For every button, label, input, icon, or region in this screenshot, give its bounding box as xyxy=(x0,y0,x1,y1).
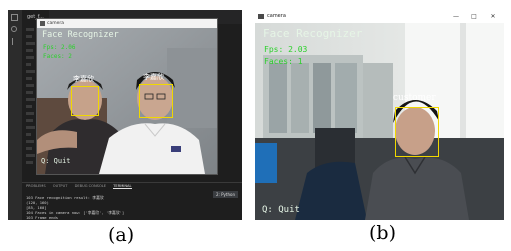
python-terminal-select[interactable]: 2: Python xyxy=(212,191,238,198)
tab-debug-console[interactable]: DEBUG CONSOLE xyxy=(75,184,106,188)
window-title: camera xyxy=(267,13,286,19)
camera-app-icon xyxy=(258,14,264,19)
minimize-button[interactable]: — xyxy=(448,10,464,23)
window-title-bar[interactable]: camera — □ ✕ xyxy=(255,10,504,24)
tab-output[interactable]: OUTPUT xyxy=(53,184,68,188)
terminal-output: 103 Face recognition result: 李嘉欣 (120, 16… xyxy=(26,195,124,220)
maximize-button[interactable]: □ xyxy=(466,10,482,23)
overlay-faces-count: Faces: 2 xyxy=(43,53,72,60)
search-icon[interactable] xyxy=(11,26,17,32)
camera-app-icon xyxy=(40,21,45,26)
quit-hint: Q: Quit xyxy=(41,157,71,165)
face-box xyxy=(139,84,173,118)
source-control-icon[interactable] xyxy=(12,38,18,45)
terminal-panel: PROBLEMS OUTPUT DEBUG CONSOLE TERMINAL 2… xyxy=(22,182,242,220)
overlay-fps: Fps: 2.03 xyxy=(264,45,308,54)
activity-bar xyxy=(8,10,22,220)
camera-window-b[interactable]: camera — □ ✕ Face Recognizer Fps: 2.03 F… xyxy=(255,10,504,220)
terminal-line: 103 Frame ends xyxy=(26,215,59,220)
face-label: 李嘉欣 xyxy=(143,73,164,81)
panel-tabs: PROBLEMS OUTPUT DEBUG CONSOLE TERMINAL xyxy=(26,184,138,189)
overlay-faces-count: Faces: 1 xyxy=(264,57,303,66)
camera-window-a[interactable]: camera Face Recognizer Fps: 2.06 Faces: … xyxy=(36,18,218,175)
face-label: customer xyxy=(393,93,436,103)
tab-terminal[interactable]: TERMINAL xyxy=(113,184,132,189)
face-label: 李嘉欣 xyxy=(73,75,94,83)
overlay-title: Face Recognizer xyxy=(42,30,119,40)
caption-b: (b) xyxy=(369,222,396,244)
overlay-title: Face Recognizer xyxy=(263,27,363,40)
explorer-icon[interactable] xyxy=(11,14,18,21)
camera-feed-b: Face Recognizer Fps: 2.03 Faces: 1 custo… xyxy=(255,23,504,220)
camera-feed-a: Face Recognizer Fps: 2.06 Faces: 2 李嘉欣 李… xyxy=(37,28,217,174)
ide-screenshot-panel: get_f... camera Face Recognizer Fps: 2.0… xyxy=(8,10,242,220)
tab-problems[interactable]: PROBLEMS xyxy=(26,184,46,188)
close-button[interactable]: ✕ xyxy=(485,10,501,23)
overlay-fps: Fps: 2.06 xyxy=(43,44,76,51)
code-area xyxy=(26,28,36,168)
camera-window-title[interactable]: camera xyxy=(37,19,217,28)
quit-hint: Q: Quit xyxy=(262,205,300,215)
face-box xyxy=(395,107,439,157)
caption-a: (a) xyxy=(108,224,135,246)
face-box xyxy=(71,86,99,116)
